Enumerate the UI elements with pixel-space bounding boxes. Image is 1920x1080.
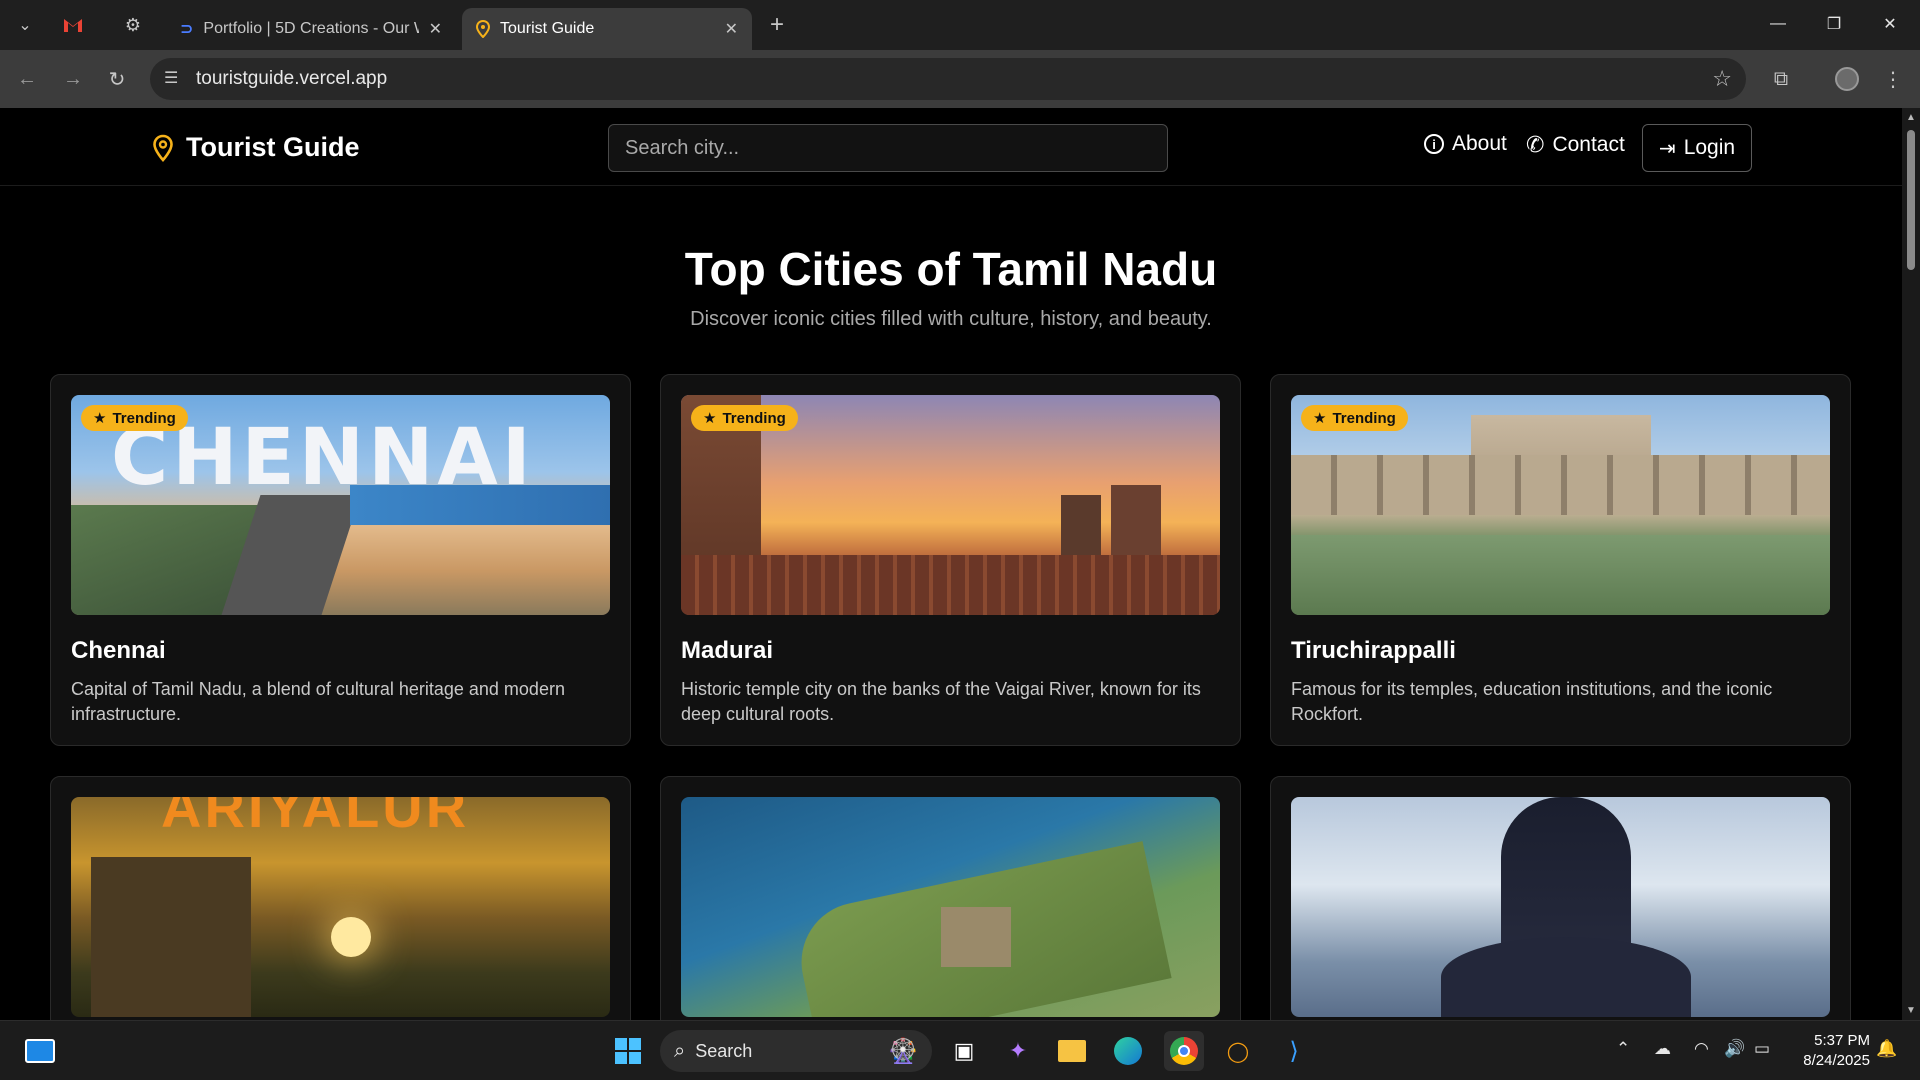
- city-card-ariyalur[interactable]: ARIYALUR: [50, 776, 631, 1020]
- location-pin-icon: [476, 20, 490, 38]
- profile-avatar[interactable]: [1830, 62, 1864, 96]
- city-card-mamallapuram[interactable]: [660, 776, 1241, 1020]
- search-icon: ⌕: [674, 1039, 686, 1062]
- city-image: [1291, 797, 1830, 1017]
- trending-badge: ★ Trending: [1301, 405, 1408, 431]
- search-highlight-icon: 🎡: [888, 1037, 918, 1065]
- city-image: ARIYALUR: [71, 797, 610, 1017]
- chrome-icon[interactable]: [1164, 1031, 1204, 1071]
- city-search-input[interactable]: [608, 124, 1168, 172]
- city-name: Tiruchirappalli: [1291, 637, 1456, 664]
- city-image: ★ Trending: [681, 395, 1220, 615]
- info-icon: i: [1424, 134, 1444, 154]
- widgets-icon[interactable]: [20, 1031, 60, 1071]
- contact-link[interactable]: ✆ Contact: [1526, 132, 1625, 158]
- taskbar-search[interactable]: ⌕ Search 🎡: [660, 1030, 932, 1072]
- city-card-coimbatore[interactable]: [1270, 776, 1851, 1020]
- wifi-icon[interactable]: ◠: [1694, 1039, 1709, 1059]
- browser-tab-bar: ⌄ ⚙ ⊃ Portfolio | 5D Creations - Our W ✕…: [0, 0, 1920, 50]
- site-info-icon[interactable]: ☰: [164, 68, 186, 90]
- login-button[interactable]: ⇥ Login: [1642, 124, 1752, 172]
- image-lettering: ARIYALUR: [161, 797, 470, 839]
- vscode-icon[interactable]: ⟩: [1274, 1031, 1314, 1071]
- city-name: Chennai: [71, 637, 166, 664]
- start-icon[interactable]: [608, 1031, 648, 1071]
- gear-icon: ⚙: [124, 14, 142, 35]
- forward-icon[interactable]: →: [56, 62, 90, 96]
- tab-tourist-guide[interactable]: Tourist Guide ✕: [462, 8, 752, 50]
- city-description: Historic temple city on the banks of the…: [681, 679, 1201, 724]
- city-image: CHENNAI ★ Trending: [71, 395, 610, 615]
- page-scrollbar[interactable]: ▲ ▼: [1902, 108, 1920, 1020]
- city-card-chennai[interactable]: CHENNAI ★ Trending Chennai Capital of Tam…: [50, 374, 631, 746]
- phone-icon: ✆: [1526, 132, 1545, 157]
- scroll-up-icon[interactable]: ▲: [1902, 112, 1920, 123]
- site-header: Tourist Guide i About ✆ Contact ⇥ Login: [0, 108, 1902, 186]
- city-card-tiruchirappalli[interactable]: ★ Trending Tiruchirappalli Famous for its…: [1270, 374, 1851, 746]
- page-title: Top Cities of Tamil Nadu: [684, 243, 1218, 295]
- browser-toolbar: ← → ↻ ☰ touristguide.vercel.app ☆ ⧉ ⋮: [0, 50, 1920, 108]
- city-image: ★ Trending: [1291, 395, 1830, 615]
- windows-taskbar: ⌕ Search 🎡 ▣ ✦ ◯ ⟩ ⌃ ☁ ◠ 🔊 ▭ 5:37 PM 8/2…: [0, 1020, 1920, 1080]
- city-image: [681, 797, 1220, 1017]
- about-label: About: [1452, 132, 1507, 155]
- restore-icon[interactable]: ❐: [1806, 0, 1862, 48]
- tab-label: Tourist Guide: [500, 20, 595, 37]
- copilot-icon[interactable]: ✦: [998, 1031, 1038, 1071]
- login-icon: ⇥: [1658, 137, 1676, 160]
- trending-badge: ★ Trending: [81, 405, 188, 431]
- close-window-icon[interactable]: ✕: [1862, 0, 1918, 48]
- reload-icon[interactable]: ↻: [100, 62, 134, 96]
- contact-label: Contact: [1552, 133, 1625, 156]
- notifications-icon[interactable]: 🔔: [1876, 1039, 1897, 1059]
- new-tab-button[interactable]: +: [760, 8, 794, 42]
- task-view-icon[interactable]: ▣: [944, 1031, 984, 1071]
- tab-search-icon[interactable]: ⌄: [8, 8, 42, 42]
- battery-icon[interactable]: ▭: [1754, 1039, 1770, 1059]
- settings-tab[interactable]: ⚙: [116, 8, 150, 42]
- gmail-tab[interactable]: [56, 8, 90, 42]
- scroll-down-icon[interactable]: ▼: [1902, 1005, 1920, 1016]
- extensions-icon[interactable]: ⧉: [1764, 62, 1798, 96]
- star-icon: ★: [1313, 410, 1327, 427]
- city-name: Madurai: [681, 637, 774, 664]
- location-pin-icon: [153, 134, 173, 162]
- minimize-icon[interactable]: —: [1750, 0, 1806, 48]
- onedrive-icon[interactable]: ☁: [1654, 1039, 1671, 1059]
- city-description: Famous for its temples, education instit…: [1291, 679, 1773, 724]
- menu-icon[interactable]: ⋮: [1876, 62, 1910, 96]
- tab-label: Portfolio | 5D Creations - Our W: [203, 20, 419, 37]
- close-tab-icon[interactable]: ✕: [725, 19, 738, 39]
- scrollbar-thumb[interactable]: [1907, 130, 1915, 270]
- file-explorer-icon[interactable]: [1052, 1031, 1092, 1071]
- show-hidden-icons[interactable]: ⌃: [1616, 1039, 1630, 1059]
- system-clock[interactable]: 5:37 PM 8/24/2025: [1790, 1031, 1870, 1071]
- app-ring-icon[interactable]: ◯: [1218, 1031, 1258, 1071]
- city-card-madurai[interactable]: ★ Trending Madurai Historic temple city o…: [660, 374, 1241, 746]
- address-bar[interactable]: ☰ touristguide.vercel.app ☆: [150, 58, 1746, 100]
- city-description: Capital of Tamil Nadu, a blend of cultur…: [71, 679, 565, 724]
- web-page: Tourist Guide i About ✆ Contact ⇥ Login …: [0, 108, 1902, 1020]
- taskbar-search-label: Search: [695, 1040, 753, 1061]
- trending-badge: ★ Trending: [691, 405, 798, 431]
- back-icon[interactable]: ←: [10, 62, 44, 96]
- page-subtitle: Discover iconic cities filled with cultu…: [690, 308, 1212, 330]
- clock-time: 5:37 PM: [1814, 1032, 1870, 1049]
- brand-logo[interactable]: Tourist Guide: [152, 132, 360, 163]
- edge-icon[interactable]: [1108, 1031, 1148, 1071]
- bookmark-star-icon[interactable]: ☆: [1712, 66, 1732, 92]
- about-link[interactable]: i About: [1424, 132, 1507, 156]
- clock-date: 8/24/2025: [1803, 1052, 1870, 1069]
- gmail-icon: [64, 19, 82, 32]
- close-tab-icon[interactable]: ✕: [429, 19, 442, 39]
- windows-logo-icon: [615, 1038, 641, 1064]
- portfolio-icon: ⊃: [180, 21, 194, 38]
- tab-portfolio[interactable]: ⊃ Portfolio | 5D Creations - Our W ✕: [166, 8, 456, 50]
- brand-name: Tourist Guide: [186, 132, 360, 162]
- login-label: Login: [1683, 136, 1736, 159]
- url-text: touristguide.vercel.app: [196, 68, 388, 89]
- star-icon: ★: [703, 410, 717, 427]
- volume-icon[interactable]: 🔊: [1724, 1039, 1745, 1059]
- star-icon: ★: [93, 410, 107, 427]
